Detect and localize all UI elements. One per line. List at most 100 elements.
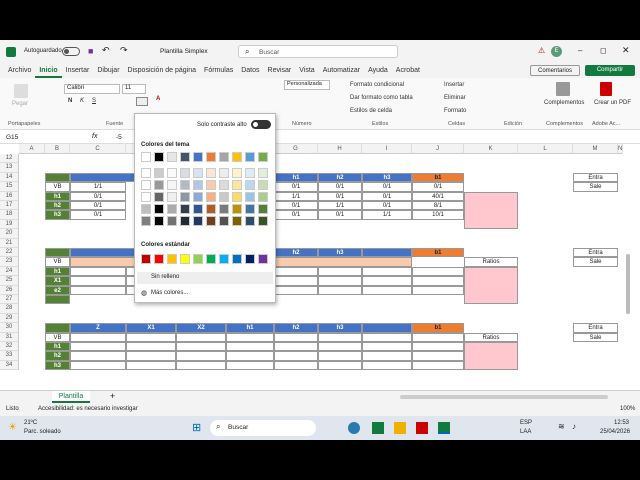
paste-button[interactable]: Pegar <box>12 101 28 107</box>
insert-cells-button[interactable]: Insertar <box>444 82 464 88</box>
color-swatch[interactable] <box>219 168 229 178</box>
color-swatch[interactable] <box>167 192 177 202</box>
row-label[interactable]: h2 <box>45 201 70 211</box>
header-cell[interactable] <box>362 323 412 333</box>
app-icon[interactable] <box>348 422 360 434</box>
tab-insertar[interactable]: Insertar <box>62 64 94 78</box>
autosave-toggle[interactable] <box>62 47 80 56</box>
excel-app-icon[interactable] <box>438 422 450 434</box>
windows-start-icon[interactable]: ⊞ <box>192 421 201 434</box>
row-header[interactable]: 26 <box>0 285 19 295</box>
header-cell[interactable]: h1 <box>226 323 274 333</box>
cell[interactable] <box>464 266 518 305</box>
cell-styles-button[interactable]: Estilos de celda <box>350 108 392 114</box>
cell[interactable] <box>464 191 518 230</box>
color-swatch[interactable] <box>232 254 242 264</box>
header-cell[interactable]: h3 <box>362 172 412 183</box>
maximize-icon[interactable]: ◻ <box>600 46 607 55</box>
color-swatch[interactable] <box>232 204 242 214</box>
cell[interactable] <box>318 276 362 286</box>
color-swatch[interactable] <box>154 152 164 162</box>
color-swatch[interactable] <box>206 254 216 264</box>
row-label[interactable]: h1 <box>45 342 70 352</box>
cell[interactable] <box>274 266 318 277</box>
row-header[interactable]: 12 <box>0 154 19 164</box>
cell[interactable] <box>274 276 318 286</box>
row-header[interactable]: 33 <box>0 351 19 361</box>
color-swatch[interactable] <box>206 180 216 190</box>
color-swatch[interactable] <box>141 152 151 162</box>
close-icon[interactable]: ✕ <box>622 45 630 56</box>
more-colors-option[interactable]: Más colores... <box>151 290 188 296</box>
cell[interactable]: Entra <box>573 248 618 258</box>
table-format-button[interactable]: Dar formato como tabla <box>350 95 413 101</box>
header-cell[interactable]: b1 <box>412 248 464 258</box>
color-swatch[interactable] <box>141 254 151 264</box>
cell[interactable] <box>126 332 176 342</box>
color-swatch[interactable] <box>232 180 242 190</box>
color-swatch[interactable] <box>219 180 229 190</box>
row-header[interactable]: 22 <box>0 248 19 258</box>
share-button[interactable]: Compartir <box>585 65 635 76</box>
tab-dibujar[interactable]: Dibujar <box>93 64 123 78</box>
column-header[interactable]: I <box>362 144 412 154</box>
column-header[interactable]: G <box>274 144 318 154</box>
color-swatch[interactable] <box>141 180 151 190</box>
row-header[interactable]: 24 <box>0 266 19 277</box>
header-cell[interactable]: X1 <box>126 323 176 333</box>
row-header[interactable]: 27 <box>0 295 19 305</box>
font-size-select[interactable]: 11 <box>122 84 146 94</box>
cell[interactable] <box>274 342 318 352</box>
cell[interactable] <box>362 332 412 342</box>
color-swatch[interactable] <box>245 192 255 202</box>
row-header[interactable]: 13 <box>0 163 19 173</box>
cell[interactable] <box>412 285 464 295</box>
color-swatch[interactable] <box>180 180 190 190</box>
color-swatch[interactable] <box>167 254 177 264</box>
row-header[interactable]: 29 <box>0 313 19 324</box>
cell[interactable] <box>176 351 226 361</box>
cell[interactable]: 0/1 <box>274 210 318 220</box>
cell[interactable]: 40/1 <box>412 191 464 201</box>
row-header[interactable]: 28 <box>0 304 19 314</box>
cell[interactable]: Entra <box>573 323 618 333</box>
color-swatch[interactable] <box>193 180 203 190</box>
cell[interactable] <box>362 351 412 361</box>
cell[interactable]: Entra <box>573 172 618 183</box>
cell[interactable] <box>412 342 464 352</box>
color-swatch[interactable] <box>206 192 216 202</box>
row-header[interactable]: 17 <box>0 201 19 211</box>
cell[interactable] <box>176 342 226 352</box>
column-header[interactable]: K <box>464 144 518 154</box>
tab-revisar[interactable]: Revisar <box>264 64 296 78</box>
tab-vista[interactable]: Vista <box>295 64 318 78</box>
cell[interactable] <box>274 360 318 371</box>
cell[interactable]: 0/1 <box>362 201 412 211</box>
color-swatch[interactable] <box>180 168 190 178</box>
row-header[interactable]: 19 <box>0 219 19 230</box>
color-swatch[interactable] <box>258 152 268 162</box>
color-swatch[interactable] <box>258 204 268 214</box>
color-swatch[interactable] <box>193 152 203 162</box>
row-label[interactable]: h1 <box>45 266 70 277</box>
cell[interactable]: 0/1 <box>274 201 318 211</box>
header-cell[interactable]: h3 <box>318 323 362 333</box>
column-header[interactable]: H <box>318 144 362 154</box>
row-header[interactable]: 25 <box>0 276 19 286</box>
cell[interactable] <box>318 360 362 371</box>
column-header[interactable]: B <box>45 144 70 154</box>
color-swatch[interactable] <box>180 152 190 162</box>
color-swatch[interactable] <box>245 204 255 214</box>
cell[interactable] <box>274 332 318 342</box>
header-cell[interactable]: X2 <box>176 323 226 333</box>
row-label[interactable]: h3 <box>45 360 70 371</box>
addins-button[interactable]: Complementos <box>544 100 584 106</box>
row-header[interactable]: 32 <box>0 342 19 352</box>
search-box[interactable]: ⌕ Buscar <box>238 45 398 58</box>
color-swatch[interactable] <box>219 192 229 202</box>
tab-archivo[interactable]: Archivo <box>4 64 35 78</box>
conditional-format-button[interactable]: Formato condicional <box>350 82 404 88</box>
cell[interactable]: 0/1 <box>318 191 362 201</box>
clock-time[interactable]: 12:53 <box>614 420 629 426</box>
row-header[interactable]: 30 <box>0 323 19 333</box>
